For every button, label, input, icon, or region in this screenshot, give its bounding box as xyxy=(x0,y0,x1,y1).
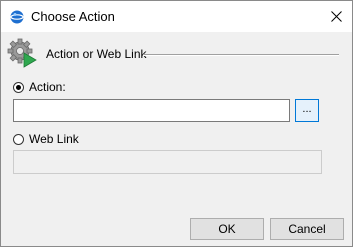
browse-button[interactable]: ... xyxy=(295,99,319,122)
weblink-radio-option[interactable]: Web Link xyxy=(13,132,79,146)
gear-play-icon xyxy=(7,38,37,68)
close-icon xyxy=(331,11,342,22)
action-input[interactable] xyxy=(13,99,290,122)
choose-action-dialog: Choose Action Action or Web Link Action:… xyxy=(0,0,353,247)
action-radio-label: Action: xyxy=(29,80,66,94)
app-globe-icon xyxy=(10,10,24,24)
cancel-button[interactable]: Cancel xyxy=(270,218,344,240)
action-radio-option[interactable]: Action: xyxy=(13,80,66,94)
action-radio-button[interactable] xyxy=(13,81,24,93)
title-bar: Choose Action xyxy=(1,1,352,32)
group-title: Action or Web Link xyxy=(46,47,147,61)
group-divider xyxy=(143,54,339,56)
weblink-input[interactable] xyxy=(13,150,322,174)
close-button[interactable] xyxy=(321,1,352,32)
weblink-radio-button[interactable] xyxy=(13,133,24,145)
window-title: Choose Action xyxy=(31,9,115,24)
weblink-radio-label: Web Link xyxy=(29,132,79,146)
ok-button[interactable]: OK xyxy=(190,218,264,240)
